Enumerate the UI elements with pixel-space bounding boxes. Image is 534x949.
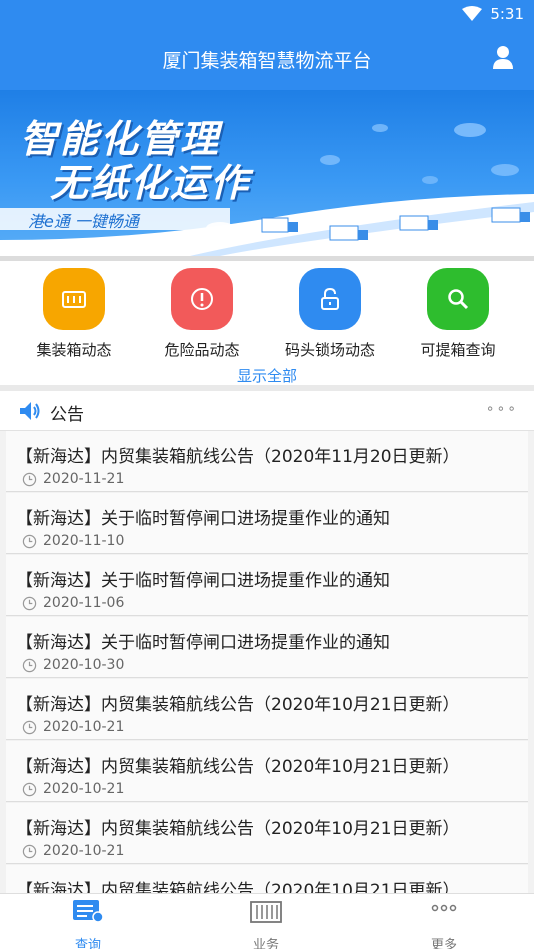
notice-header: 公告 ∘∘∘ (0, 391, 534, 431)
clock-icon (22, 782, 37, 797)
clock-icon (22, 844, 37, 859)
status-time: 5:31 (490, 5, 524, 23)
clock-icon (22, 596, 37, 611)
more-options-icon[interactable]: ∘∘∘ (486, 401, 518, 417)
notice-item-date: 2020-11-21 (43, 471, 125, 487)
notice-item-date: 2020-11-10 (43, 533, 125, 549)
nav-tab-business[interactable]: 业务 (216, 898, 316, 949)
query-list-icon (73, 900, 104, 923)
notice-item-title: 【新海达】关于临时暂停闸口进场提重作业的通知 (16, 509, 390, 529)
notice-item-title: 【新海达】内贸集装箱航线公告（2020年10月21日更新） (16, 881, 460, 893)
notice-item-title: 【新海达】内贸集装箱航线公告（2020年10月21日更新） (16, 819, 460, 839)
container-icon (250, 901, 282, 923)
speaker-icon (20, 402, 40, 420)
list-item[interactable]: 【新海达】内贸集装箱航线公告（2020年10月21日更新） 2020-10-21 (6, 679, 528, 740)
notice-item-title: 【新海达】关于临时暂停闸口进场提重作业的通知 (16, 633, 390, 653)
banner-slogan: 港e通 一键畅通 (28, 212, 139, 231)
lock-icon (321, 287, 339, 310)
menu-icon-bg (43, 268, 105, 330)
more-dots-icon (431, 904, 457, 912)
bottom-nav: 查询 业务 更多 (0, 893, 534, 949)
page-title: 厦门集装箱智慧物流平台 (162, 50, 372, 72)
nav-tab-query[interactable]: 查询 (38, 898, 138, 949)
nav-tab-label: 业务 (252, 938, 279, 949)
notice-list: 【新海达】内贸集装箱航线公告（2020年11月20日更新） 2020-11-21… (0, 431, 534, 893)
nav-tab-label: 查询 (74, 938, 101, 949)
app-screen: 5:31 厦门集装箱智慧物流平台 智能化管理 无纸化运作 港e通 一键畅通 集装… (0, 0, 534, 949)
warning-icon (191, 288, 213, 310)
notice-item-title: 【新海达】内贸集装箱航线公告（2020年10月21日更新） (16, 695, 460, 715)
nav-tab-label: 更多 (430, 938, 457, 949)
clock-icon (22, 472, 37, 487)
menu-item-label: 集装箱动态 (36, 341, 112, 359)
promo-banner[interactable]: 智能化管理 无纸化运作 港e通 一键畅通 (0, 90, 534, 256)
notice-item-date: 2020-10-21 (43, 843, 125, 859)
nav-tab-more[interactable]: 更多 (394, 898, 494, 949)
wifi-icon (462, 6, 483, 21)
clock-icon (22, 658, 37, 673)
list-item[interactable]: 【新海达】关于临时暂停闸口进场提重作业的通知 2020-11-10 (6, 493, 528, 554)
notice-item-title: 【新海达】关于临时暂停闸口进场提重作业的通知 (16, 571, 390, 591)
show-all-link[interactable]: 显示全部 (0, 365, 534, 386)
quick-menu: 集装箱动态 危险品动态 码头锁场动态 可提箱查询 显示全部 (0, 261, 534, 385)
menu-item-container-status[interactable]: 集装箱动态 (14, 268, 134, 360)
notice-item-title: 【新海达】内贸集装箱航线公告（2020年10月21日更新） (16, 757, 460, 777)
list-item[interactable]: 【新海达】内贸集装箱航线公告（2020年10月21日更新） 2020-10-21 (6, 741, 528, 802)
menu-icon-bg (427, 268, 489, 330)
clock-icon (22, 720, 37, 735)
banner-headline-2: 无纸化运作 (50, 161, 251, 205)
list-item[interactable]: 【新海达】内贸集装箱航线公告（2020年10月21日更新） (6, 865, 528, 893)
user-icon[interactable] (492, 45, 514, 69)
status-bar: 5:31 (462, 5, 524, 23)
menu-item-container-query[interactable]: 可提箱查询 (398, 268, 518, 360)
clock-icon (22, 534, 37, 549)
list-item[interactable]: 【新海达】关于临时暂停闸口进场提重作业的通知 2020-11-06 (6, 555, 528, 616)
list-item[interactable]: 【新海达】内贸集装箱航线公告（2020年10月21日更新） 2020-10-21 (6, 803, 528, 864)
app-header: 5:31 厦门集装箱智慧物流平台 (0, 0, 534, 90)
search-icon (448, 289, 469, 310)
menu-item-dangerous-goods[interactable]: 危险品动态 (142, 268, 262, 360)
menu-item-label: 可提箱查询 (420, 341, 496, 359)
notice-item-date: 2020-11-06 (43, 595, 125, 611)
notice-item-date: 2020-10-21 (43, 781, 125, 797)
notice-item-date: 2020-10-21 (43, 719, 125, 735)
menu-icon-bg (171, 268, 233, 330)
menu-icon-bg (299, 268, 361, 330)
list-item[interactable]: 【新海达】内贸集装箱航线公告（2020年11月20日更新） 2020-11-21 (6, 431, 528, 492)
menu-item-label: 危险品动态 (164, 341, 240, 359)
menu-item-terminal-lock[interactable]: 码头锁场动态 (270, 268, 390, 360)
container-icon (62, 291, 86, 308)
notice-item-title: 【新海达】内贸集装箱航线公告（2020年11月20日更新） (16, 447, 460, 467)
menu-item-label: 码头锁场动态 (284, 341, 375, 359)
list-item[interactable]: 【新海达】关于临时暂停闸口进场提重作业的通知 2020-10-30 (6, 617, 528, 678)
notice-title: 公告 (50, 405, 84, 425)
notice-item-date: 2020-10-30 (43, 657, 125, 673)
